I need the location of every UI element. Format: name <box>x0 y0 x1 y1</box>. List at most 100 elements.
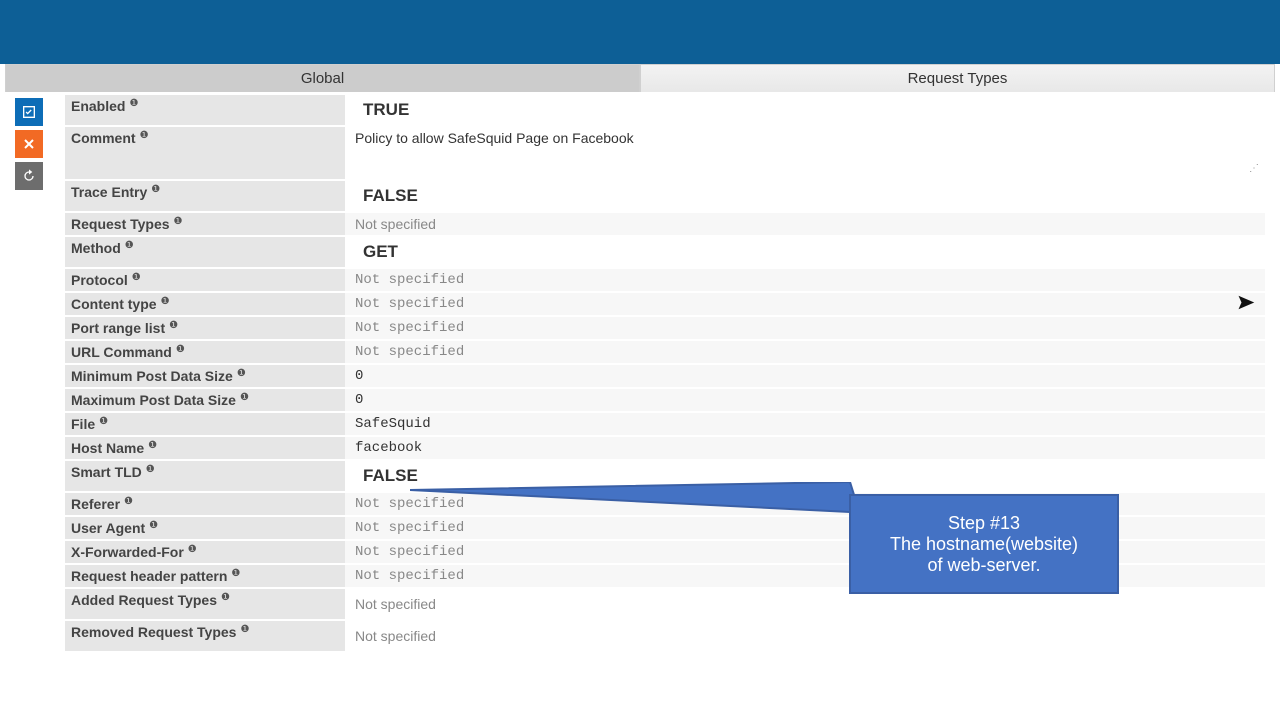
label-text: Removed Request Types <box>71 624 236 640</box>
row-port-range: Port range list❶ Not specified <box>65 317 1265 341</box>
check-icon <box>21 104 37 120</box>
value-comment[interactable]: Policy to allow SafeSquid Page on Facebo… <box>345 127 1265 179</box>
label-text: Host Name <box>71 440 144 456</box>
label-text: Method <box>71 240 121 256</box>
label-text: Added Request Types <box>71 592 217 608</box>
row-content-type: Content type❶ Not specified <box>65 293 1265 317</box>
tab-request-types[interactable]: Request Types <box>640 64 1275 92</box>
value-enabled[interactable]: TRUE <box>345 95 1265 125</box>
label-text: Request header pattern <box>71 568 227 584</box>
label-enabled: Enabled❶ <box>65 95 345 125</box>
confirm-button[interactable] <box>15 98 43 126</box>
row-file: File ❶ SafeSquid <box>65 413 1265 437</box>
row-max-post: Maximum Post Data Size❶ 0 <box>65 389 1265 413</box>
row-trace: Trace Entry ❶ FALSE <box>65 181 1265 213</box>
value-text: Not specified <box>355 544 464 560</box>
info-icon[interactable]: ❶ <box>129 98 138 109</box>
callout-line3: of web-server. <box>927 555 1040 576</box>
info-icon[interactable]: ❶ <box>149 520 158 531</box>
info-icon[interactable]: ❶ <box>176 344 185 355</box>
value-request-header-pattern[interactable]: Not specified <box>345 565 1265 587</box>
info-icon[interactable]: ❶ <box>188 544 197 555</box>
info-icon[interactable]: ❶ <box>174 216 183 227</box>
info-icon[interactable]: ❶ <box>125 240 134 251</box>
value-text: 0 <box>355 368 363 384</box>
value-host-name[interactable]: facebook <box>345 437 1265 459</box>
label-content-type: Content type❶ <box>65 293 345 315</box>
value-protocol[interactable]: Not specified <box>345 269 1265 291</box>
value-max-post[interactable]: 0 <box>345 389 1265 411</box>
value-x-forwarded-for[interactable]: Not specified <box>345 541 1265 563</box>
value-text: Not specified <box>355 296 464 312</box>
value-min-post[interactable]: 0 <box>345 365 1265 387</box>
value-text: Policy to allow SafeSquid Page on Facebo… <box>355 130 634 146</box>
side-buttons <box>15 98 43 190</box>
value-method[interactable]: GET <box>345 237 1265 267</box>
value-text: 0 <box>355 392 363 408</box>
info-icon[interactable]: ❶ <box>161 296 170 307</box>
value-text: Not specified <box>355 216 436 232</box>
label-smart-tld: Smart TLD ❶ <box>65 461 345 491</box>
label-min-post: Minimum Post Data Size❶ <box>65 365 345 387</box>
label-request-header-pattern: Request header pattern ❶ <box>65 565 345 587</box>
label-text: X-Forwarded-For <box>71 544 184 560</box>
resize-handle-icon[interactable]: ⋰ <box>1249 165 1259 175</box>
info-icon[interactable]: ❶ <box>151 184 160 195</box>
row-request-types: Request Types ❶ Not specified <box>65 213 1265 237</box>
value-user-agent[interactable]: Not specified <box>345 517 1265 539</box>
info-icon[interactable]: ❶ <box>169 320 178 331</box>
label-text: Trace Entry <box>71 184 147 200</box>
value-text: Not specified <box>355 320 464 336</box>
info-icon[interactable]: ❶ <box>240 624 249 635</box>
row-host-name: Host Name ❶ facebook <box>65 437 1265 461</box>
label-max-post: Maximum Post Data Size❶ <box>65 389 345 411</box>
info-icon[interactable]: ❶ <box>132 272 141 283</box>
value-trace[interactable]: FALSE <box>345 181 1265 211</box>
label-user-agent: User Agent❶ <box>65 517 345 539</box>
info-icon[interactable]: ❶ <box>146 464 155 475</box>
label-port-range: Port range list❶ <box>65 317 345 339</box>
undo-button[interactable] <box>15 162 43 190</box>
info-icon[interactable]: ❶ <box>231 568 240 579</box>
value-added-request-types[interactable]: Not specified <box>345 589 1265 619</box>
value-port-range[interactable]: Not specified <box>345 317 1265 339</box>
value-text: Not specified <box>355 628 436 644</box>
value-file[interactable]: SafeSquid <box>345 413 1265 435</box>
row-url-command: URL Command❶ Not specified <box>65 341 1265 365</box>
label-x-forwarded-for: X-Forwarded-For ❶ <box>65 541 345 563</box>
value-text: GET <box>355 242 398 262</box>
row-min-post: Minimum Post Data Size❶ 0 <box>65 365 1265 389</box>
value-text: facebook <box>355 440 422 456</box>
label-text: Comment <box>71 130 136 146</box>
info-icon[interactable]: ❶ <box>240 392 249 403</box>
label-referer: Referer❶ <box>65 493 345 515</box>
value-text: FALSE <box>355 466 418 486</box>
info-icon[interactable]: ❶ <box>124 496 133 507</box>
callout-line1: Step #13 <box>948 513 1020 534</box>
label-text: File <box>71 416 95 432</box>
value-url-command[interactable]: Not specified <box>345 341 1265 363</box>
value-content-type[interactable]: Not specified <box>345 293 1265 315</box>
undo-icon <box>21 168 37 184</box>
label-request-types: Request Types ❶ <box>65 213 345 235</box>
value-removed-request-types[interactable]: Not specified <box>345 621 1265 651</box>
callout-box: Step #13 The hostname(website) of web-se… <box>849 494 1119 594</box>
info-icon[interactable]: ❶ <box>140 130 149 141</box>
info-icon[interactable]: ❶ <box>99 416 108 427</box>
label-text: Smart TLD <box>71 464 142 480</box>
label-text: Request Types <box>71 216 170 232</box>
label-removed-request-types: Removed Request Types ❶ <box>65 621 345 651</box>
value-text: Not specified <box>355 568 464 584</box>
cancel-button[interactable] <box>15 130 43 158</box>
tab-global[interactable]: Global <box>5 64 640 92</box>
row-protocol: Protocol❶ Not specified <box>65 269 1265 293</box>
info-icon[interactable]: ❶ <box>221 592 230 603</box>
value-text: TRUE <box>355 100 409 120</box>
info-icon[interactable]: ❶ <box>237 368 246 379</box>
label-added-request-types: Added Request Types ❶ <box>65 589 345 619</box>
send-icon[interactable] <box>1237 294 1255 315</box>
value-referer[interactable]: Not specified <box>345 493 1265 515</box>
info-icon[interactable]: ❶ <box>148 440 157 451</box>
value-smart-tld[interactable]: FALSE <box>345 461 1265 491</box>
value-request-types[interactable]: Not specified <box>345 213 1265 235</box>
